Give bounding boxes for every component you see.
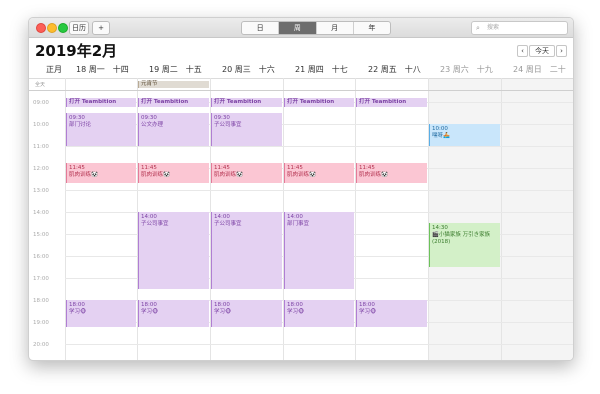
day-header-sun[interactable]: 24 周日 二十 — [513, 64, 566, 75]
calendar-event[interactable]: 18:00 学习🐵 — [284, 300, 354, 327]
calendar-event[interactable]: 18:00 学习🐵 — [66, 300, 136, 327]
day-header-wed[interactable]: 20 周三 十六 — [222, 64, 275, 75]
hour-label: 19:00 — [33, 320, 49, 326]
tab-month[interactable]: 月 — [317, 22, 354, 34]
calendar-event[interactable]: 打开 Teambition — [138, 98, 209, 107]
calendar-event[interactable]: 14:00 子公司事宜 — [211, 212, 282, 289]
calendar-event[interactable]: 18:00 学习🐵 — [356, 300, 427, 327]
tab-week[interactable]: 周 — [279, 22, 317, 34]
hour-label: 11:00 — [33, 144, 49, 150]
lunar-month-label: 正月 — [46, 65, 62, 74]
calendar-event[interactable]: 14:30 🎬小猫家族 万引き家族 (2018) — [429, 223, 500, 267]
hour-line — [65, 190, 573, 191]
hour-line — [65, 146, 573, 147]
column-divider — [501, 78, 502, 360]
calendar-event[interactable]: 打开 Teambition — [211, 98, 282, 107]
view-switcher: 日 周 月 年 — [241, 21, 391, 35]
calendars-button[interactable]: 日历 — [69, 21, 89, 35]
day-header-thu[interactable]: 21 周四 十七 — [295, 64, 348, 75]
all-day-label: 全天 — [35, 82, 46, 88]
hour-label: 14:00 — [33, 210, 49, 216]
calendar-event[interactable]: 打开 Teambition — [356, 98, 427, 107]
calendar-event[interactable]: 11:45 肌肉训练🐼 — [211, 163, 282, 183]
zoom-window-button[interactable] — [58, 23, 68, 33]
calendar-event[interactable]: 09:30 子公司事宜 — [211, 113, 282, 146]
hour-label: 13:00 — [33, 188, 49, 194]
column-divider — [428, 78, 429, 360]
hour-label: 10:00 — [33, 122, 49, 128]
header-divider — [29, 78, 573, 79]
add-event-button[interactable]: + — [92, 21, 110, 35]
calendar-event[interactable]: 18:00 学习🐵 — [138, 300, 209, 327]
previous-week-button[interactable]: ‹ — [517, 45, 528, 57]
hour-label: 12:00 — [33, 166, 49, 172]
calendar-event[interactable]: 打开 Teambition — [66, 98, 136, 107]
hour-line — [65, 344, 573, 345]
search-icon: ⌕ — [476, 24, 480, 32]
search-input[interactable]: ⌕ 搜索 — [471, 21, 568, 35]
calendar-event[interactable]: 14:00 部门事宜 — [284, 212, 354, 289]
calendar-event[interactable]: 14:00 子公司事宜 — [138, 212, 209, 289]
day-header-tue[interactable]: 19 周二 十五 — [149, 64, 202, 75]
calendar-event[interactable]: 11:45 肌肉训练🐼 — [138, 163, 209, 183]
calendar-event[interactable]: 09:30 公文办理 — [138, 113, 209, 146]
calendar-event[interactable]: 11:45 肌肉训练🐼 — [66, 163, 136, 183]
calendar-event[interactable]: 10:00 嘿呀🚣 — [429, 124, 500, 146]
calendar-event[interactable]: 11:45 肌肉训练🐼 — [284, 163, 354, 183]
day-header-sat[interactable]: 23 周六 十九 — [440, 64, 493, 75]
calendar-window: 日历 + 日 周 月 年 ⌕ 搜索 2019年2月 ‹ 今天 › 正月 18 周… — [28, 17, 574, 361]
page-title: 2019年2月 — [35, 42, 118, 60]
next-week-button[interactable]: › — [556, 45, 567, 57]
hour-label: 17:00 — [33, 276, 49, 282]
hour-label: 20:00 — [33, 342, 49, 348]
calendar-event[interactable]: 18:00 学习🐵 — [211, 300, 282, 327]
hour-label: 15:00 — [33, 232, 49, 238]
day-header-fri[interactable]: 22 周五 十八 — [368, 64, 421, 75]
tab-year[interactable]: 年 — [354, 22, 390, 34]
all-day-divider — [29, 90, 573, 91]
hour-label: 16:00 — [33, 254, 49, 260]
hour-label: 09:00 — [33, 100, 49, 106]
toolbar: 日历 + 日 周 月 年 ⌕ 搜索 — [29, 18, 573, 38]
calendar-event[interactable]: 09:30 部门讨论 — [66, 113, 136, 146]
tab-day[interactable]: 日 — [242, 22, 280, 34]
today-button[interactable]: 今天 — [529, 45, 555, 57]
search-placeholder: 搜索 — [487, 24, 500, 31]
close-window-button[interactable] — [36, 23, 46, 33]
hour-label: 18:00 — [33, 298, 49, 304]
day-header-mon[interactable]: 18 周一 十四 — [76, 64, 129, 75]
all-day-event[interactable]: 元宵节 — [138, 81, 209, 88]
calendar-event[interactable]: 11:45 肌肉训练🐼 — [356, 163, 427, 183]
minimize-window-button[interactable] — [47, 23, 57, 33]
calendar-event[interactable]: 打开 Teambition — [284, 98, 354, 107]
